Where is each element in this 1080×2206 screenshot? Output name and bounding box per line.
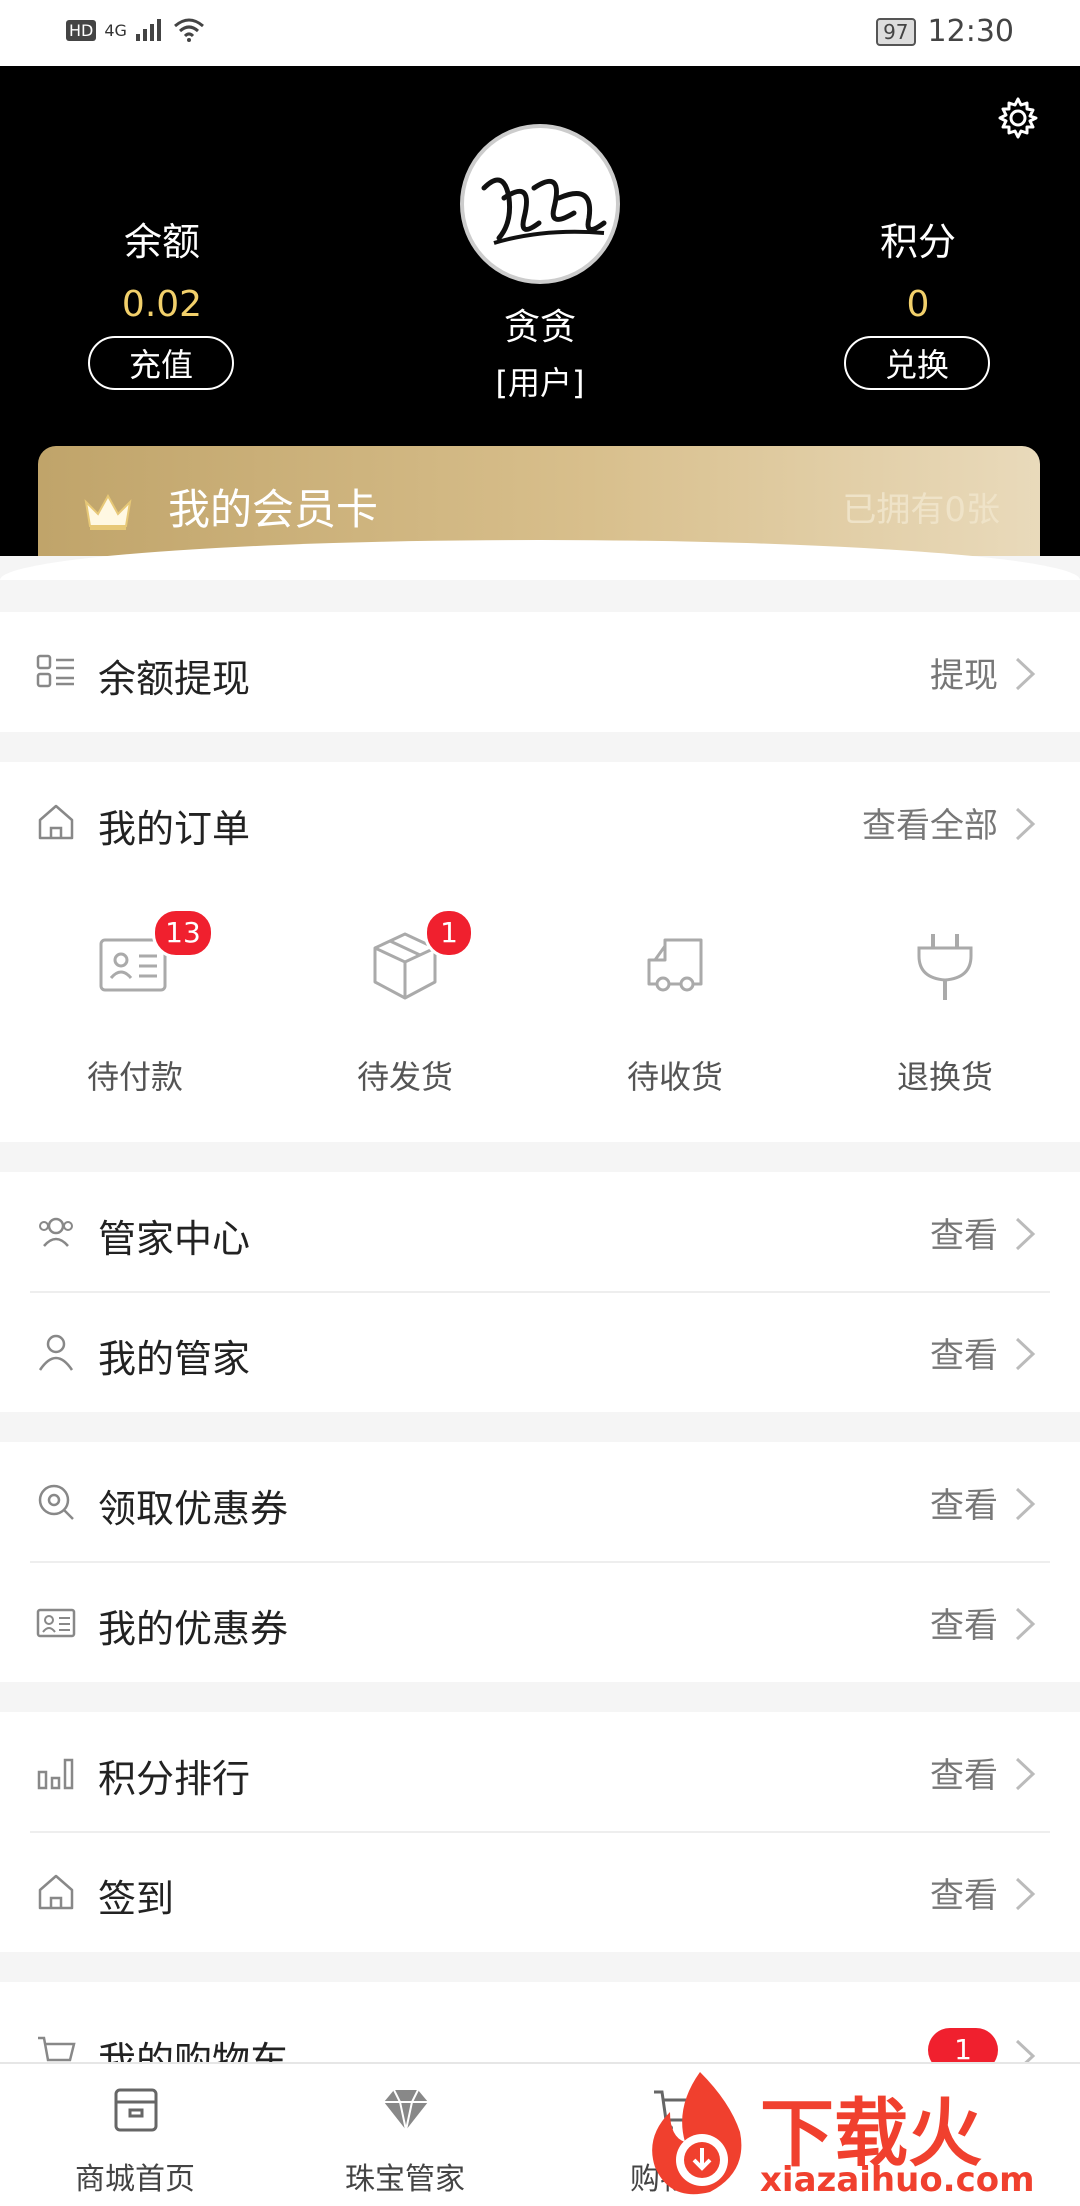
wifi-icon	[173, 18, 204, 42]
chevron-right-icon	[1015, 2039, 1036, 2062]
watermark-url: xiazaihuo.com	[760, 2160, 1035, 2200]
status-bar: HD 4G 97 12:30	[0, 0, 1080, 66]
tab-jewelry-butler[interactable]: 珠宝管家	[270, 2064, 540, 2206]
points-label: 积分	[879, 220, 956, 264]
points-rank-action: 查看	[930, 1756, 998, 1796]
orders-view-all: 查看全部	[862, 806, 998, 846]
butler-center-action: 查看	[930, 1216, 998, 1256]
signal-icon	[135, 19, 161, 41]
checkin-row[interactable]: 签到 查看	[0, 1832, 1080, 1952]
checkin-action: 查看	[930, 1876, 998, 1916]
user-icon	[38, 1334, 74, 1371]
my-coupon-row[interactable]: 我的优惠券 查看	[0, 1562, 1080, 1682]
home-icon	[38, 1874, 74, 1910]
get-coupon-row[interactable]: 领取优惠券 查看	[0, 1442, 1080, 1562]
clock: 12:30	[927, 14, 1014, 49]
order-label: 待发货	[356, 1058, 453, 1096]
cart-row[interactable]: 我的购物车 1	[0, 1982, 1080, 2062]
butler-section: 管家中心 查看 我的管家 查看	[0, 1172, 1080, 1412]
recharge-button[interactable]: 充值	[88, 336, 234, 390]
battery-indicator: 97	[876, 17, 916, 46]
withdraw-title: 余额提现	[98, 657, 251, 701]
cart-badge: 1	[928, 2028, 998, 2062]
butler-center-row[interactable]: 管家中心 查看	[0, 1172, 1080, 1292]
cart-icon	[38, 2036, 76, 2062]
chevron-right-icon	[1015, 1487, 1036, 1521]
my-coupon-title: 我的优惠券	[98, 1607, 289, 1651]
hd-indicator: HD	[66, 19, 97, 41]
watermark-logo: 下载火 xiazaihuo.com	[640, 2062, 1080, 2204]
pending-shipment-badge: 1	[424, 908, 474, 958]
id-card-icon	[36, 1608, 76, 1638]
butler-center-title: 管家中心	[98, 1217, 251, 1261]
member-card-count: 已拥有0张	[842, 490, 1000, 530]
gear-icon[interactable]	[996, 96, 1040, 140]
home-icon	[38, 804, 74, 840]
my-coupon-action: 查看	[930, 1606, 998, 1646]
status-right: 97 12:30	[876, 14, 1014, 49]
chevron-right-icon	[1015, 657, 1036, 691]
chevron-right-icon	[1015, 1217, 1036, 1251]
tab-store-home[interactable]: 商城首页	[0, 2064, 270, 2206]
delivery-truck-icon	[647, 938, 703, 992]
chevron-right-icon	[1015, 807, 1036, 841]
tab-label: 商城首页	[75, 2162, 195, 2197]
order-pending-receipt[interactable]: 待收货	[540, 880, 810, 1100]
withdraw-section: 余额提现 提现	[0, 612, 1080, 732]
balance-stat: 余额 0.02	[62, 211, 262, 325]
points-rank-row[interactable]: 积分排行 查看	[0, 1712, 1080, 1832]
chevron-right-icon	[1015, 1877, 1036, 1911]
withdraw-row[interactable]: 余额提现 提现	[0, 612, 1080, 732]
cart-title: 我的购物车	[98, 2039, 289, 2062]
get-coupon-action: 查看	[930, 1486, 998, 1526]
balance-label: 余额	[123, 220, 200, 264]
order-return-exchange[interactable]: 退换货	[810, 880, 1080, 1100]
bar-chart-icon	[37, 1758, 74, 1790]
diamond-icon	[384, 2089, 428, 2131]
store-icon	[114, 2088, 158, 2132]
balance-value: 0.02	[121, 284, 203, 325]
status-left: HD 4G	[66, 18, 205, 42]
my-butler-title: 我的管家	[98, 1337, 251, 1381]
network-type: 4G	[104, 20, 127, 40]
flame-logo-icon	[652, 2072, 742, 2195]
chevron-right-icon	[1015, 1607, 1036, 1641]
crown-icon	[84, 493, 132, 530]
coupon-search-icon	[38, 1484, 74, 1520]
withdraw-action: 提现	[930, 656, 998, 696]
list-icon	[36, 654, 74, 688]
my-butler-row[interactable]: 我的管家 查看	[0, 1292, 1080, 1412]
order-pending-payment[interactable]: 13 待付款	[0, 880, 270, 1100]
order-label: 待收货	[626, 1058, 723, 1096]
my-butler-action: 查看	[930, 1336, 998, 1376]
signature-image	[481, 177, 607, 245]
tab-label: 珠宝管家	[345, 2162, 465, 2197]
cart-section: 我的购物车 1	[0, 1982, 1080, 2062]
chevron-right-icon	[1015, 1337, 1036, 1371]
points-value: 0	[906, 284, 930, 325]
order-pending-shipment[interactable]: 1 待发货	[270, 880, 540, 1100]
avatar[interactable]	[460, 124, 620, 284]
orders-title: 我的订单	[98, 807, 251, 851]
chevron-right-icon	[1015, 1757, 1036, 1791]
get-coupon-title: 领取优惠券	[98, 1487, 289, 1531]
pending-payment-badge: 13	[152, 908, 214, 958]
order-label: 待付款	[86, 1058, 183, 1096]
plug-return-icon	[917, 934, 973, 1000]
points-stat: 积分 0	[818, 211, 1018, 325]
orders-row[interactable]: 我的订单 查看全部	[0, 762, 1080, 882]
group-users-icon	[39, 1217, 73, 1247]
exchange-button[interactable]: 兑换	[844, 336, 990, 390]
coupon-section: 领取优惠券 查看 我的优惠券 查看	[0, 1442, 1080, 1682]
points-section: 积分排行 查看 签到 查看	[0, 1712, 1080, 1952]
order-label: 退换货	[896, 1058, 993, 1096]
member-card-title: 我的会员卡	[168, 485, 379, 534]
points-rank-title: 积分排行	[98, 1757, 251, 1801]
checkin-title: 签到	[98, 1877, 175, 1921]
